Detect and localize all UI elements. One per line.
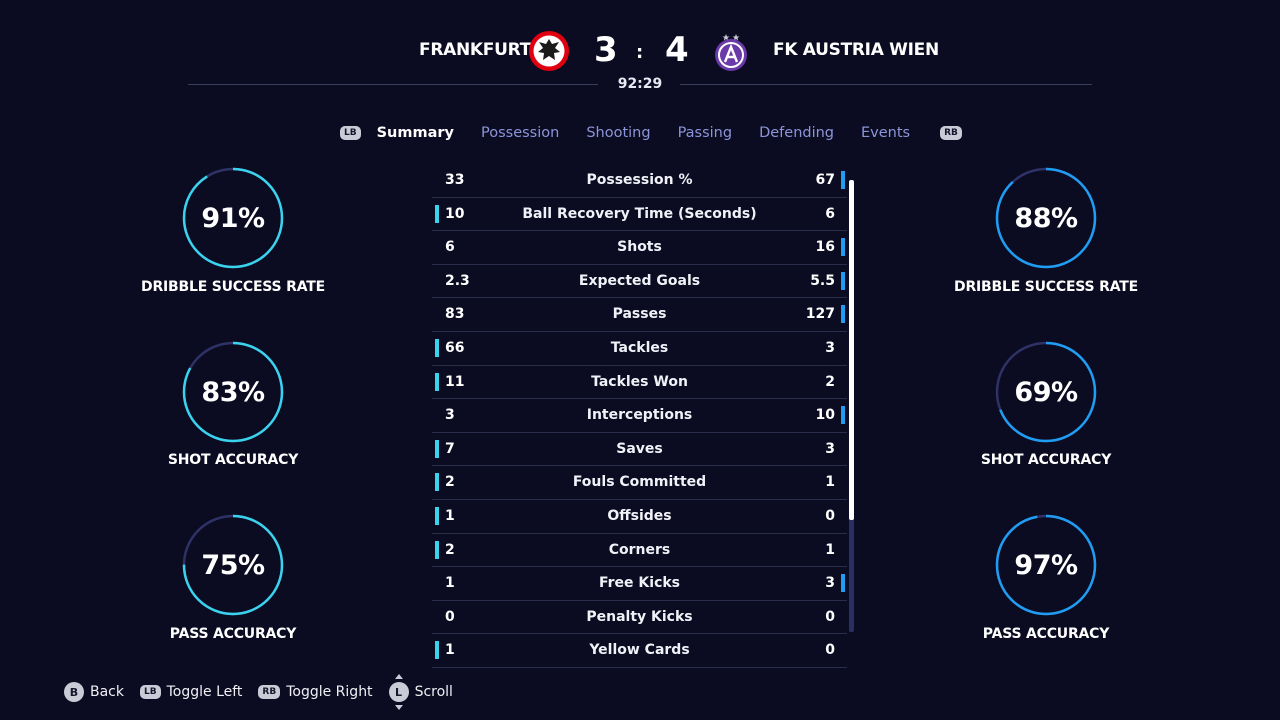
tab-possession[interactable]: Possession <box>481 125 559 141</box>
stat-row: 1 Free Kicks 3 <box>432 567 847 601</box>
stat-row: 1 Offsides 0 <box>432 500 847 534</box>
toggle-right-label: Toggle Right <box>286 684 373 700</box>
stat-name: Possession % <box>586 172 693 188</box>
stat-row: 0 Penalty Kicks 0 <box>432 601 847 635</box>
stat-row: 7 Saves 3 <box>432 433 847 467</box>
stat-row: 83 Passes 127 <box>432 298 847 332</box>
away-stat-value: 1 <box>825 541 835 558</box>
home-shot-value: 83% <box>201 376 265 408</box>
stat-row: 10 Ball Recovery Time (Seconds) 6 <box>432 198 847 232</box>
away-stat-value: 2 <box>825 373 835 390</box>
left-stick-icon: L <box>388 674 409 710</box>
home-score: 3 <box>594 30 618 70</box>
back-hint[interactable]: B Back <box>64 682 124 702</box>
home-dribble-value: 91% <box>201 202 265 234</box>
away-shot-value: 69% <box>1014 376 1078 408</box>
lb-shoulder-icon[interactable]: LB <box>340 126 361 140</box>
eagle-crest-icon <box>528 30 570 72</box>
stat-row: 1 Yellow Cards 0 <box>432 634 847 668</box>
stat-name: Passes <box>612 306 667 323</box>
away-stat-value: 67 <box>815 172 835 188</box>
stat-name: Corners <box>608 541 671 558</box>
stat-name: Offsides <box>607 507 672 524</box>
stat-name: Free Kicks <box>598 575 681 592</box>
home-ring-shot: 83% <box>178 337 288 447</box>
home-team-name: FRANKFURT <box>419 40 531 60</box>
home-ring-pass: 75% <box>178 510 288 620</box>
rb-shoulder-icon[interactable]: RB <box>940 126 962 140</box>
stat-row: 6 Shots 16 <box>432 231 847 265</box>
away-team-name: FK AUSTRIA WIEN <box>773 40 939 60</box>
tab-passing[interactable]: Passing <box>678 125 733 141</box>
stat-row: 11 Tackles Won 2 <box>432 366 847 400</box>
stat-row: 3 Interceptions 10 <box>432 399 847 433</box>
stat-row: 2 Fouls Committed 1 <box>432 466 847 500</box>
away-dribble-value: 88% <box>1014 202 1078 234</box>
toggle-left-label: Toggle Left <box>166 684 243 700</box>
stat-name: Yellow Cards <box>589 642 690 659</box>
stat-name: Fouls Committed <box>572 474 707 491</box>
home-pass-value: 75% <box>201 549 265 581</box>
score-separator: : <box>636 42 644 63</box>
stats-table[interactable]: 33 Possession % 67 10 Ball Recovery Time (Se… <box>432 164 847 668</box>
stat-name: Expected Goals <box>578 272 701 289</box>
away-stat-value: 3 <box>825 339 835 356</box>
tab-defending[interactable]: Defending <box>759 125 834 141</box>
tab-summary[interactable]: Summary <box>377 125 454 141</box>
button-hints: B Back LB Toggle Left RB Toggle Right L … <box>64 674 469 710</box>
scroll-hint[interactable]: L Scroll <box>388 674 453 710</box>
violet-crest-icon <box>710 30 752 72</box>
away-stat-value: 3 <box>825 440 835 457</box>
stat-name: Tackles Won <box>591 373 688 390</box>
away-dribble-label: DRIBBLE SUCCESS RATE <box>954 279 1138 295</box>
stat-name: Ball Recovery Time (Seconds) <box>522 205 757 222</box>
away-stat-value: 3 <box>825 575 835 592</box>
stat-row: 66 Tackles 3 <box>432 332 847 366</box>
tab-shooting[interactable]: Shooting <box>586 125 650 141</box>
header-divider-left <box>188 84 598 85</box>
stat-name: Penalty Kicks <box>586 608 693 625</box>
b-button-icon: B <box>64 682 84 702</box>
scroll-label: Scroll <box>414 684 453 700</box>
away-pass-value: 97% <box>1014 549 1078 581</box>
stats-tabs: LB Summary Possession Shooting Passing D… <box>340 122 962 144</box>
away-stat-value: 1 <box>825 474 835 491</box>
header-divider-right <box>680 84 1092 85</box>
away-stat-value: 6 <box>825 205 835 222</box>
rb-button-icon: RB <box>258 685 281 699</box>
away-ring-shot: 69% <box>991 337 1101 447</box>
home-ring-dribble: 91% <box>178 163 288 273</box>
stat-row: 2.3 Expected Goals 5.5 <box>432 265 847 299</box>
stat-row: 33 Possession % 67 <box>432 164 847 198</box>
away-stat-value: 10 <box>815 407 835 424</box>
stat-name: Saves <box>616 440 663 457</box>
toggle-left-hint[interactable]: LB Toggle Left <box>140 684 242 700</box>
away-pass-label: PASS ACCURACY <box>982 626 1110 642</box>
home-dribble-label: DRIBBLE SUCCESS RATE <box>141 279 325 295</box>
back-label: Back <box>90 684 124 700</box>
stick-down-arrow-icon <box>394 705 403 710</box>
away-stat-value: 0 <box>825 642 835 659</box>
away-stat-value: 16 <box>815 239 835 256</box>
away-shot-label: SHOT ACCURACY <box>980 452 1112 468</box>
stats-scrollbar-thumb[interactable] <box>849 180 854 520</box>
home-shot-label: SHOT ACCURACY <box>167 452 299 468</box>
away-stat-value: 5.5 <box>810 272 835 289</box>
tab-events[interactable]: Events <box>861 125 910 141</box>
away-ring-pass: 97% <box>991 510 1101 620</box>
stat-name: Interceptions <box>586 407 693 424</box>
stat-row: 2 Corners 1 <box>432 534 847 568</box>
home-pass-label: PASS ACCURACY <box>169 626 297 642</box>
stat-name: Shots <box>617 239 662 256</box>
away-score: 4 <box>665 30 689 70</box>
lb-button-icon: LB <box>140 685 161 699</box>
away-ring-dribble: 88% <box>991 163 1101 273</box>
away-stat-value: 0 <box>825 608 835 625</box>
away-stat-value: 127 <box>805 306 835 323</box>
match-clock: 92:29 <box>617 76 663 92</box>
stick-up-arrow-icon <box>394 674 403 679</box>
away-stat-value: 0 <box>825 507 835 524</box>
stat-name: Tackles <box>610 339 669 356</box>
toggle-right-hint[interactable]: RB Toggle Right <box>258 684 373 700</box>
